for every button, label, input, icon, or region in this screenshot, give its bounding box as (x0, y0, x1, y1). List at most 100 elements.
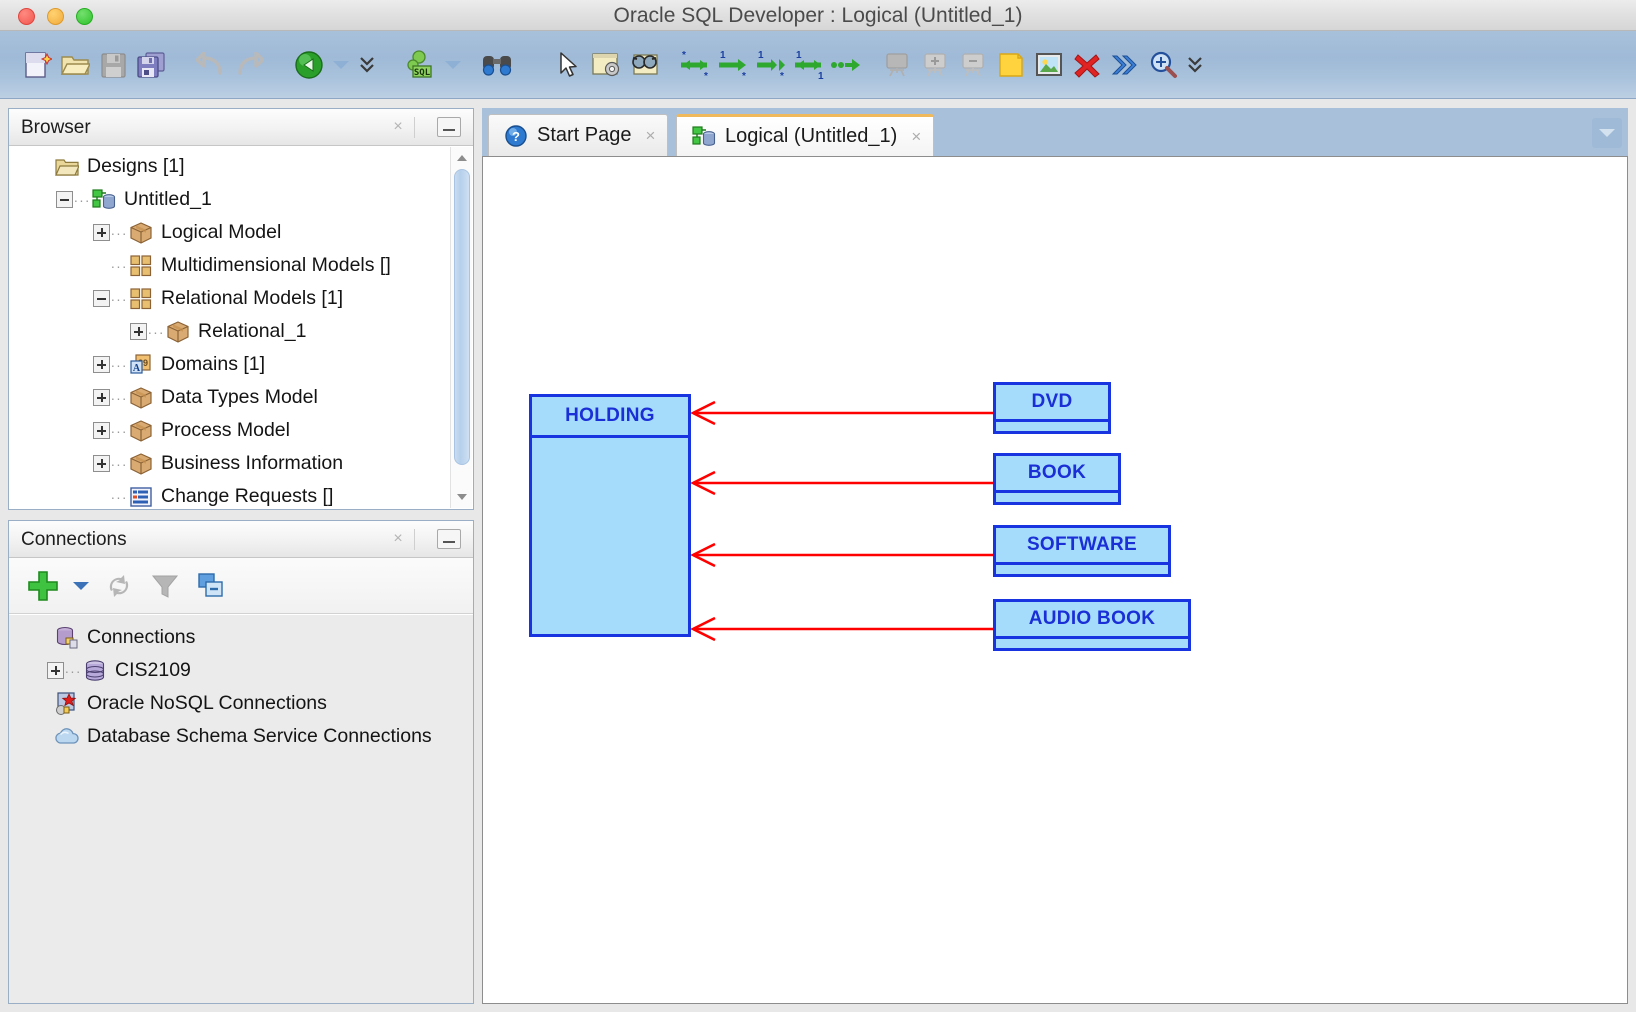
tab-overflow-dropdown[interactable] (1592, 118, 1622, 148)
one-to-many-relation[interactable]: 1 * (714, 35, 752, 95)
expand-toggle-icon[interactable] (93, 224, 110, 241)
main-toolbar: SQL * * 1 * 1 * 1 1 (0, 31, 1636, 99)
tree-item[interactable]: ··· Relational_1 (9, 315, 449, 348)
tree-item[interactable]: Oracle NoSQL Connections (9, 687, 473, 720)
header-divider (414, 117, 415, 138)
browser-panel-title: Browser (21, 117, 91, 138)
refresh-button[interactable] (97, 564, 141, 608)
back-button[interactable] (290, 35, 328, 95)
entity-holding[interactable]: HOLDING (529, 394, 691, 637)
box-icon (128, 452, 154, 476)
tree-item[interactable]: ··· Logical Model (9, 216, 449, 249)
undo-button[interactable] (192, 35, 230, 95)
tree-connector: ··· (110, 290, 128, 307)
tab-close-icon[interactable]: × (911, 127, 921, 147)
connections-close-icon[interactable]: × (389, 530, 407, 548)
relation-book-to-holding[interactable] (690, 470, 993, 496)
expand-toggle-icon[interactable] (47, 662, 64, 679)
save-all-button[interactable] (132, 35, 170, 95)
tree-item[interactable]: ··· CIS2109 (9, 654, 473, 687)
sql-dropdown[interactable] (440, 59, 466, 71)
relation-audio-book-to-holding[interactable] (690, 616, 993, 642)
filter-button[interactable] (143, 564, 187, 608)
scroll-down-icon[interactable] (453, 488, 471, 506)
tree-item[interactable]: ··· Multidimensional Models [] (9, 249, 449, 282)
open-button[interactable] (56, 35, 94, 95)
properties-tool[interactable] (588, 35, 626, 95)
browser-tree[interactable]: Designs [1] ··· Untitled_1 ··· Logical Model… (9, 146, 449, 509)
entity-name-label: HOLDING (565, 405, 655, 426)
forward-tool[interactable] (1106, 35, 1144, 95)
back-dropdown[interactable] (328, 59, 354, 71)
tree-item[interactable]: ··· Relational Models [1] (9, 282, 449, 315)
svg-text:1: 1 (796, 50, 802, 61)
tree-connector: ··· (147, 323, 165, 340)
find-button[interactable] (478, 35, 516, 95)
diagram-canvas[interactable]: HOLDING DVD BOOK SOFTWARE AUDIO BOOK (482, 156, 1628, 1004)
connections-tree[interactable]: Connections ··· CIS2109 Oracle NoSQL Connec… (9, 615, 473, 1003)
database-icon (82, 659, 108, 683)
one-to-one-relation[interactable]: 1 1 (790, 35, 828, 95)
tab-close-icon[interactable]: × (646, 126, 656, 146)
tree-connector: ··· (110, 356, 128, 373)
entity-software[interactable]: SOFTWARE (993, 525, 1171, 577)
tree-item[interactable]: ··· Untitled_1 (9, 183, 449, 216)
entity-dvd[interactable]: DVD (993, 382, 1111, 434)
tree-item-label: Logical Model (161, 221, 282, 243)
expand-toggle-icon[interactable] (93, 389, 110, 406)
expand-toggle-icon[interactable] (93, 422, 110, 439)
tab-logical-untitled-1[interactable]: Logical (Untitled_1) × (676, 114, 935, 156)
new-connection-button[interactable] (21, 564, 65, 608)
new-file-button[interactable] (18, 35, 56, 95)
entity-audio-book[interactable]: AUDIO BOOK (993, 599, 1191, 651)
relation-software-to-holding[interactable] (690, 542, 993, 568)
tree-item[interactable]: ··· Process Model (9, 414, 449, 447)
tree-item[interactable]: ··· Business Information (9, 447, 449, 480)
collapse-toggle-icon[interactable] (56, 191, 73, 208)
many-to-many-relation[interactable]: * * (676, 35, 714, 95)
new-connection-dropdown[interactable] (67, 564, 95, 608)
browser-minimize-icon[interactable] (437, 117, 461, 137)
expand-toggle-icon[interactable] (93, 455, 110, 472)
entity-book[interactable]: BOOK (993, 453, 1121, 505)
collapse-toggle-icon[interactable] (93, 290, 110, 307)
select-tool[interactable] (550, 35, 588, 95)
expand-toggle-icon[interactable] (93, 356, 110, 373)
toolbar-overflow-2[interactable] (1182, 54, 1208, 76)
delete-tool[interactable] (1068, 35, 1106, 95)
sql-button[interactable]: SQL (402, 35, 440, 95)
relation-dvd-to-holding[interactable] (690, 400, 993, 426)
tab-label: Start Page (537, 124, 632, 146)
scrollbar-thumb[interactable] (454, 169, 470, 465)
connections-minimize-icon[interactable] (437, 529, 461, 549)
zoom-tool[interactable] (1144, 35, 1182, 95)
design-icon (91, 188, 117, 212)
tree-item[interactable]: ··· Change Requests [] (9, 480, 449, 509)
tree-item-label: Business Information (161, 452, 344, 474)
tree-item[interactable]: Designs [1] (9, 150, 449, 183)
image-tool[interactable] (1030, 35, 1068, 95)
toolbar-overflow[interactable] (354, 54, 380, 76)
arc-relation[interactable] (828, 35, 866, 95)
tree-item[interactable]: Connections (9, 621, 473, 654)
save-button[interactable] (94, 35, 132, 95)
table-tool (878, 35, 916, 95)
expand-toggle-icon[interactable] (130, 323, 147, 340)
one-to-many-identifying-relation[interactable]: 1 * (752, 35, 790, 95)
entity-header-divider (996, 562, 1168, 565)
tree-item-label: Designs [1] (87, 155, 185, 177)
view-tool[interactable] (626, 35, 664, 95)
note-tool[interactable] (992, 35, 1030, 95)
tree-connector: ··· (73, 191, 91, 208)
redo-button[interactable] (230, 35, 268, 95)
browser-close-icon[interactable]: × (389, 118, 407, 136)
connections-panel-header: Connections × (9, 521, 473, 558)
tab-start-page[interactable]: ? Start Page × (488, 114, 669, 156)
tree-item[interactable]: ··· 39 A Domains [1] (9, 348, 449, 381)
browser-scrollbar[interactable] (450, 147, 472, 508)
collapse-all-button[interactable] (189, 564, 233, 608)
tree-item[interactable]: Database Schema Service Connections (9, 720, 473, 753)
svg-text:1: 1 (758, 50, 764, 61)
tree-item[interactable]: ··· Data Types Model (9, 381, 449, 414)
scroll-up-icon[interactable] (453, 149, 471, 167)
